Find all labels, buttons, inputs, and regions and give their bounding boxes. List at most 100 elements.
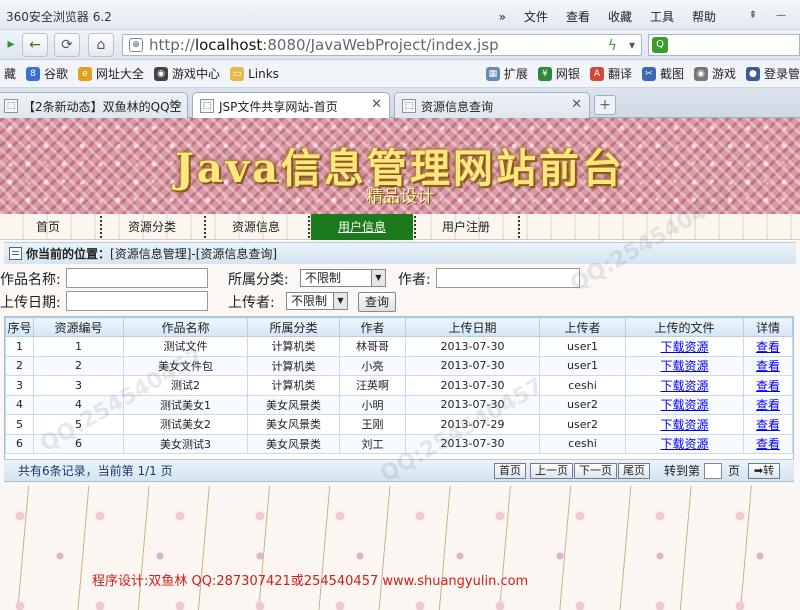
new-tab-icon[interactable]: + xyxy=(594,95,616,115)
fav-url-directory[interactable]: e 网址大全 xyxy=(78,65,144,82)
cell-index: 6 xyxy=(5,433,34,454)
folder-icon: ▭ xyxy=(230,66,245,81)
view-details-link[interactable]: 查看 xyxy=(756,418,780,432)
tab-home[interactable]: ⬚ JSP文件共享网站-首页 ✕ xyxy=(192,92,390,119)
home-icon[interactable]: ⌂ xyxy=(88,33,114,57)
tool-translate[interactable]: A 翻译 xyxy=(589,65,632,82)
menu-file[interactable]: 文件 xyxy=(524,8,548,25)
fav-game-center[interactable]: ◉ 游戏中心 xyxy=(154,65,220,82)
menu-view[interactable]: 查看 xyxy=(566,8,590,25)
close-icon[interactable]: ✕ xyxy=(571,97,582,112)
chevron-right-icon[interactable]: » xyxy=(499,10,506,24)
tool-extensions[interactable]: ▦ 扩展 xyxy=(485,65,528,82)
cell-details: 查看 xyxy=(743,355,793,376)
menu-help[interactable]: 帮助 xyxy=(692,8,716,25)
author-input[interactable] xyxy=(436,268,580,288)
page-label: 页 xyxy=(728,464,741,478)
cell-uploaded-file: 下载资源 xyxy=(625,355,744,376)
fav-links[interactable]: ▭ Links xyxy=(230,66,279,81)
tool-login[interactable]: ● 登录管 xyxy=(745,65,800,82)
table-row: 3 3 测试2 计算机类 汪英啊 2013-07-30 ceshi 下载资源 查看 xyxy=(5,375,793,396)
work-name-input[interactable] xyxy=(66,268,208,288)
tab-resource-query[interactable]: ⬚ 资源信息查询 ✕ xyxy=(394,92,590,118)
search-engine-icon[interactable]: Q xyxy=(652,37,668,53)
download-resource-link[interactable]: 下载资源 xyxy=(660,359,708,373)
view-details-link[interactable]: 查看 xyxy=(756,379,780,393)
tool-games[interactable]: ◉ 游戏 xyxy=(693,65,736,82)
skin-icon[interactable]: ⇞ xyxy=(744,10,762,24)
view-details-link[interactable]: 查看 xyxy=(756,398,780,412)
cell-upload-date: 2013-07-30 xyxy=(405,375,540,396)
site-subtitle: 精品设计 xyxy=(366,187,434,207)
cell-index: 4 xyxy=(5,394,34,415)
cell-uploaded-file: 下载资源 xyxy=(625,414,744,435)
cell-resource-id: 1 xyxy=(33,336,124,357)
query-button[interactable]: 查询 xyxy=(358,292,396,312)
close-icon[interactable]: ✕ xyxy=(169,97,180,112)
category-select[interactable]: 不限制 ▼ xyxy=(300,269,386,287)
menu-tools[interactable]: 工具 xyxy=(650,8,674,25)
nav-home[interactable]: 首页 xyxy=(0,214,96,240)
tool-screenshot[interactable]: ✂ 截图 xyxy=(641,65,684,82)
lightning-icon[interactable]: ϟ xyxy=(608,36,617,55)
site-banner: Java信息管理网站前台 精品设计 xyxy=(0,118,800,214)
cell-category: 计算机类 xyxy=(247,355,340,376)
address-bar[interactable]: ⊕ http://localhost:8080/JavaWebProject/i… xyxy=(122,34,642,56)
nav-resource-info[interactable]: 资源信息 xyxy=(208,214,304,240)
goto-label: 转到第 xyxy=(664,464,701,478)
back-icon[interactable]: ← xyxy=(22,33,48,57)
tool-ebank[interactable]: ¥ 网银 xyxy=(537,65,580,82)
cell-upload-date: 2013-07-30 xyxy=(405,394,540,415)
close-icon[interactable]: ✕ xyxy=(371,97,382,112)
download-resource-link[interactable]: 下载资源 xyxy=(660,398,708,412)
cell-work-name: 测试文件 xyxy=(123,336,248,357)
first-page-button[interactable]: 首页 xyxy=(494,463,526,479)
cell-work-name: 美女测试3 xyxy=(123,433,248,454)
download-resource-link[interactable]: 下载资源 xyxy=(660,418,708,432)
favorites-label[interactable]: 藏 xyxy=(4,65,16,82)
download-resource-link[interactable]: 下载资源 xyxy=(660,437,708,451)
download-resource-link[interactable]: 下载资源 xyxy=(660,379,708,393)
bank-icon: ¥ xyxy=(537,66,552,81)
web-page: Java信息管理网站前台 精品设计 首页 资源分类 资源信息 用户信息 用户注册… xyxy=(0,118,800,610)
credit-line: 程序设计:双鱼林 QQ:287307421或254540457 www.shua… xyxy=(92,574,529,589)
next-page-button[interactable]: 下一页 xyxy=(574,463,617,479)
fav-google[interactable]: 8 谷歌 xyxy=(26,65,68,82)
cell-details: 查看 xyxy=(743,433,793,454)
download-resource-link[interactable]: 下载资源 xyxy=(660,340,708,354)
tab-qq-space[interactable]: ⬚ 【2条新动态】双鱼林的QQ空 ✕ xyxy=(0,92,188,118)
goto-page-input[interactable] xyxy=(704,463,722,479)
cell-uploader: ceshi xyxy=(539,375,626,396)
upload-date-input[interactable] xyxy=(66,291,208,311)
cell-uploader: user1 xyxy=(539,336,626,357)
go-button[interactable]: ➡转 xyxy=(748,463,780,479)
view-details-link[interactable]: 查看 xyxy=(756,359,780,373)
prev-page-button[interactable]: 上一页 xyxy=(530,463,573,479)
cell-author: 王刚 xyxy=(339,414,406,435)
nav-user-register[interactable]: 用户注册 xyxy=(418,214,514,240)
view-details-link[interactable]: 查看 xyxy=(756,340,780,354)
side-icon[interactable]: ▸ xyxy=(4,33,18,57)
menu-favorites[interactable]: 收藏 xyxy=(608,8,632,25)
refresh-icon[interactable]: ⟳ xyxy=(54,33,80,57)
last-page-button[interactable]: 尾页 xyxy=(618,463,650,479)
search-box[interactable]: Q xyxy=(648,34,800,56)
cell-index: 2 xyxy=(5,355,34,376)
nav-separator xyxy=(308,216,310,238)
category-label: 所属分类: xyxy=(228,272,289,288)
col-header-resource-id: 资源编号 xyxy=(33,317,124,337)
cell-details: 查看 xyxy=(743,394,793,415)
minimize-icon[interactable]: — xyxy=(772,10,790,24)
results-table: 序号 资源编号 作品名称 所属分类 作者 上传日期 上传者 上传的文件 详情 1… xyxy=(5,317,793,454)
cell-upload-date: 2013-07-29 xyxy=(405,414,540,435)
chevron-down-icon[interactable]: ▾ xyxy=(629,35,635,55)
scissors-icon: ✂ xyxy=(641,66,656,81)
cell-upload-date: 2013-07-30 xyxy=(405,355,540,376)
nav-user-info[interactable]: 用户信息 xyxy=(311,214,413,240)
table-row: 2 2 美女文件包 计算机类 小亮 2013-07-30 user1 下载资源 查看 xyxy=(5,355,793,376)
view-details-link[interactable]: 查看 xyxy=(756,437,780,451)
cell-upload-date: 2013-07-30 xyxy=(405,336,540,357)
uploader-select[interactable]: 不限制 ▼ xyxy=(286,292,348,310)
pager-info: 共有6条记录，当前第 1/1 页 xyxy=(18,464,173,478)
nav-resource-category[interactable]: 资源分类 xyxy=(104,214,200,240)
